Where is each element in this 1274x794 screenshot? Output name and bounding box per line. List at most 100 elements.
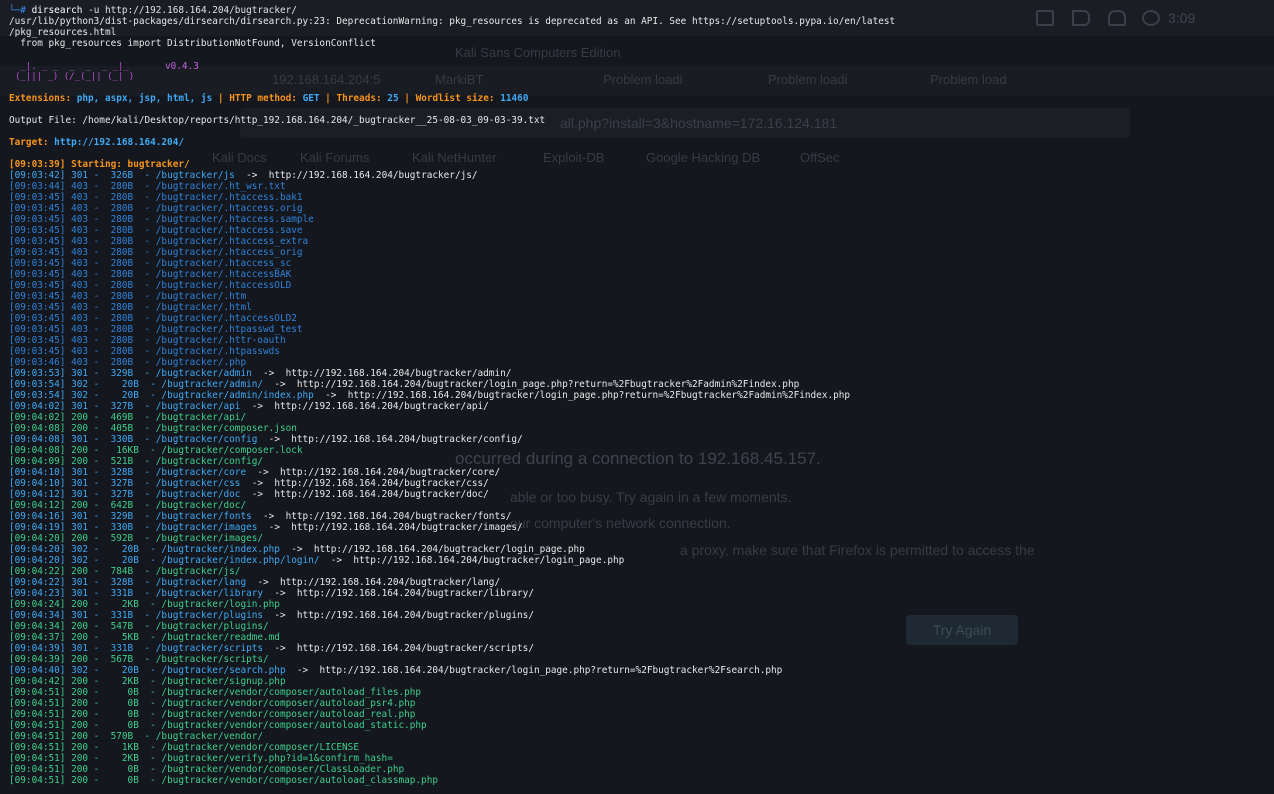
result-time: [09:04:10] <box>9 478 66 489</box>
result-sep: - <box>133 401 156 412</box>
result-time: [09:03:54] <box>9 379 66 390</box>
result-size: 331B <box>104 610 134 621</box>
result-sep: - <box>133 434 156 445</box>
result-time: [09:04:51] <box>9 720 66 731</box>
result-code: 301 <box>65 577 89 588</box>
result-row: [09:03:45] 403 - 280B - /bugtracker/.hta… <box>9 236 308 247</box>
result-size: 327B <box>104 401 134 412</box>
result-sep: - <box>88 346 105 357</box>
result-size: 0B <box>104 687 139 698</box>
result-sep: - <box>133 192 156 203</box>
result-sep: - <box>88 401 105 412</box>
result-code: 302 <box>65 379 89 390</box>
result-path: /bugtracker/readme.md <box>161 632 280 643</box>
result-size: 331B <box>104 643 134 654</box>
result-size: 0B <box>104 709 139 720</box>
result-sep: - <box>88 753 105 764</box>
result-size: 521B <box>104 456 134 467</box>
result-row: [09:03:45] 403 - 280B - /bugtracker/.hta… <box>9 313 297 324</box>
result-sep: - <box>88 621 105 632</box>
result-time: [09:03:45] <box>9 225 66 236</box>
redirect-url: http://192.168.164.204/bugtracker/api/ <box>274 401 489 412</box>
result-size: 570B <box>104 731 134 742</box>
result-sep: - <box>133 489 156 500</box>
result-row: [09:04:08] 200 - 16KB - /bugtracker/comp… <box>9 445 303 456</box>
result-code: 200 <box>65 632 89 643</box>
result-path: /bugtracker/composer.json <box>155 423 297 434</box>
result-path: /bugtracker/config <box>155 434 258 445</box>
result-time: [09:03:53] <box>9 368 66 379</box>
result-row: [09:03:45] 403 - 280B - /bugtracker/.hta… <box>9 269 291 280</box>
result-row: [09:04:42] 200 - 2KB - /bugtracker/signu… <box>9 676 286 687</box>
result-code: 403 <box>65 192 89 203</box>
result-sep: - <box>88 555 105 566</box>
result-row: [09:04:20] 302 - 20B - /bugtracker/index… <box>9 555 624 566</box>
result-row: [09:04:09] 200 - 521B - /bugtracker/conf… <box>9 456 263 467</box>
result-code: 200 <box>65 753 89 764</box>
result-code: 301 <box>65 368 89 379</box>
extensions-label: Extensions: <box>9 93 72 104</box>
result-sep: - <box>88 379 105 390</box>
redirect-arrow: -> <box>234 170 269 181</box>
result-sep: - <box>133 170 156 181</box>
start-text: Starting: bugtracker/ <box>71 159 190 170</box>
result-path: /bugtracker/.php <box>155 357 247 368</box>
result-size: 547B <box>104 621 134 632</box>
result-time: [09:03:44] <box>9 181 66 192</box>
redirect-url: http://192.168.164.204/bugtracker/core/ <box>279 467 501 478</box>
result-code: 403 <box>65 225 89 236</box>
result-row: [09:04:51] 200 - 0B - /bugtracker/vendor… <box>9 709 415 720</box>
result-time: [09:03:45] <box>9 280 66 291</box>
result-code: 403 <box>65 313 89 324</box>
result-size: 280B <box>104 269 134 280</box>
terminal-window[interactable]: └─# dirsearch -u http://192.168.164.204/… <box>0 0 1274 794</box>
result-sep: - <box>88 720 105 731</box>
result-sep: - <box>133 511 156 522</box>
result-path: /bugtracker/doc/ <box>155 500 247 511</box>
result-code: 301 <box>65 401 89 412</box>
result-path: /bugtracker/.htpasswds <box>155 346 280 357</box>
result-sep: - <box>88 588 105 599</box>
result-size: 20B <box>104 390 139 401</box>
result-code: 301 <box>65 522 89 533</box>
redirect-url: http://192.168.164.204/bugtracker/login_… <box>296 379 800 390</box>
redirect-url: http://192.168.164.204/bugtracker/config… <box>291 434 523 445</box>
result-code: 200 <box>65 775 89 786</box>
result-size: 330B <box>104 522 134 533</box>
result-row: [09:03:45] 403 - 280B - /bugtracker/.hta… <box>9 203 303 214</box>
warning-line: from pkg_resources import DistributionNo… <box>9 38 376 49</box>
result-time: [09:04:51] <box>9 709 66 720</box>
result-code: 200 <box>65 764 89 775</box>
method-value: GET <box>302 93 320 104</box>
result-row: [09:04:10] 301 - 328B - /bugtracker/core… <box>9 467 500 478</box>
redirect-url: http://192.168.164.204/bugtracker/css/ <box>274 478 489 489</box>
result-path: /bugtracker/library <box>155 588 264 599</box>
target-label: Target: <box>9 137 49 148</box>
result-code: 200 <box>65 621 89 632</box>
result-time: [09:04:24] <box>9 599 66 610</box>
redirect-arrow: -> <box>263 643 297 654</box>
wordlist-label: Wordlist size: <box>415 93 495 104</box>
result-row: [09:04:39] 200 - 567B - /bugtracker/scri… <box>9 654 269 665</box>
result-path: /bugtracker/vendor/ <box>155 731 264 742</box>
result-sep: - <box>88 709 105 720</box>
result-code: 403 <box>65 302 89 313</box>
result-sep: - <box>88 445 105 456</box>
result-sep: - <box>88 412 105 423</box>
result-sep: - <box>88 357 105 368</box>
redirect-arrow: -> <box>240 401 275 412</box>
result-size: 280B <box>104 247 134 258</box>
result-sep: - <box>133 533 156 544</box>
result-code: 301 <box>65 511 89 522</box>
result-sep: - <box>138 764 162 775</box>
result-row: [09:04:51] 200 - 0B - /bugtracker/vendor… <box>9 698 415 709</box>
result-time: [09:03:45] <box>9 324 66 335</box>
redirect-arrow: -> <box>279 544 314 555</box>
result-time: [09:03:45] <box>9 236 66 247</box>
result-path: /bugtracker/css <box>155 478 241 489</box>
result-row: [09:04:16] 301 - 329B - /bugtracker/font… <box>9 511 511 522</box>
result-code: 301 <box>65 478 89 489</box>
wordlist-value: 11460 <box>500 93 529 104</box>
redirect-arrow: -> <box>257 522 292 533</box>
result-code: 301 <box>65 434 89 445</box>
